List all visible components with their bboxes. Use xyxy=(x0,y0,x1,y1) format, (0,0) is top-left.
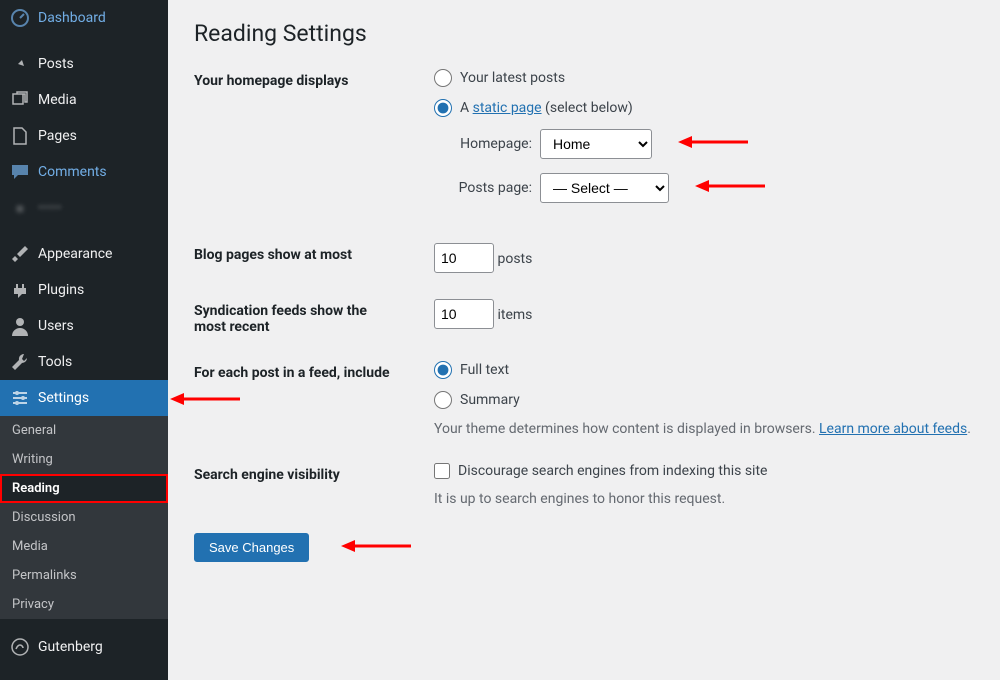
sidebar-label: Dashboard xyxy=(38,10,106,26)
radio-latest-posts[interactable] xyxy=(434,69,452,87)
sidebar-item-appearance[interactable]: Appearance xyxy=(0,236,168,272)
sidebar-label: Comments xyxy=(38,164,107,180)
sidebar-item-pages[interactable]: Pages xyxy=(0,118,168,154)
sidebar-label: Media xyxy=(38,92,77,108)
sub-item-general[interactable]: General xyxy=(0,416,168,445)
syndication-input[interactable] xyxy=(434,299,494,329)
sidebar-label: ••••• xyxy=(38,200,62,216)
sidebar-item-plugins[interactable]: Plugins xyxy=(0,272,168,308)
user-icon xyxy=(10,316,30,336)
plug-icon xyxy=(10,280,30,300)
brush-icon xyxy=(10,244,30,264)
row-homepage: Your homepage displays Your latest posts… xyxy=(194,69,974,217)
unit-posts: posts xyxy=(497,251,532,267)
comments-icon xyxy=(10,162,30,182)
radio-label-latest: Your latest posts xyxy=(460,70,565,86)
posts-page-select-label: Posts page: xyxy=(452,180,532,196)
posts-page-select[interactable]: — Select — xyxy=(540,173,669,203)
sub-item-media[interactable]: Media xyxy=(0,532,168,561)
label-homepage: Your homepage displays xyxy=(194,69,394,89)
row-blog-pages: Blog pages show at most posts xyxy=(194,243,974,273)
sidebar-label: Gutenberg xyxy=(38,639,103,655)
sidebar-item-settings[interactable]: Settings xyxy=(0,380,168,416)
settings-submenu: General Writing Reading Discussion Media… xyxy=(0,416,168,619)
sidebar-item-gutenberg[interactable]: Gutenberg xyxy=(0,629,168,665)
media-icon xyxy=(10,90,30,110)
annotation-arrow-settings xyxy=(170,390,240,412)
radio-summary[interactable] xyxy=(434,391,452,409)
radio-static-page[interactable] xyxy=(434,99,452,117)
sidebar-label: Tools xyxy=(38,354,72,370)
radio-label-static-pre: A xyxy=(460,100,473,116)
sidebar-item-posts[interactable]: Posts xyxy=(0,46,168,82)
radio-label-static-post: (select below) xyxy=(542,100,633,116)
label-search-visibility: Search engine visibility xyxy=(194,463,394,483)
sidebar-label: Plugins xyxy=(38,282,84,298)
generic-icon: ■ xyxy=(10,198,30,218)
wrench-icon xyxy=(10,352,30,372)
sub-item-privacy[interactable]: Privacy xyxy=(0,590,168,619)
gutenberg-icon xyxy=(10,637,30,657)
sidebar-label: Users xyxy=(38,318,74,334)
sidebar-label: Posts xyxy=(38,56,74,72)
checkbox-discourage[interactable] xyxy=(434,463,450,479)
feed-note-pre: Your theme determines how content is dis… xyxy=(434,421,819,437)
settings-content: Reading Settings Your homepage displays … xyxy=(168,0,1000,680)
unit-items: items xyxy=(497,307,532,323)
label-feed-include: For each post in a feed, include xyxy=(194,361,394,381)
sidebar-item-media[interactable]: Media xyxy=(0,82,168,118)
sidebar-item-comments[interactable]: Comments xyxy=(0,154,168,190)
sliders-icon xyxy=(10,388,30,408)
annotation-arrow-save xyxy=(341,537,411,559)
search-note: It is up to search engines to honor this… xyxy=(434,491,974,507)
sidebar-label: Pages xyxy=(38,128,77,144)
dashboard-icon xyxy=(10,8,30,28)
sub-item-reading[interactable]: Reading xyxy=(0,474,168,503)
sidebar-item-plugin[interactable]: ■ ••••• xyxy=(0,190,168,226)
sub-item-writing[interactable]: Writing xyxy=(0,445,168,474)
sub-item-discussion[interactable]: Discussion xyxy=(0,503,168,532)
save-changes-button[interactable]: Save Changes xyxy=(194,533,309,562)
sidebar-label: Appearance xyxy=(38,246,112,262)
sidebar-item-users[interactable]: Users xyxy=(0,308,168,344)
sidebar-item-dashboard[interactable]: Dashboard xyxy=(0,0,168,36)
sub-item-permalinks[interactable]: Permalinks xyxy=(0,561,168,590)
radio-label-full: Full text xyxy=(460,362,509,378)
radio-label-summary: Summary xyxy=(460,392,520,408)
blog-pages-input[interactable] xyxy=(434,243,494,273)
row-syndication: Syndication feeds show the most recent i… xyxy=(194,299,974,335)
homepage-select-label: Homepage: xyxy=(452,136,532,152)
page-title: Reading Settings xyxy=(194,20,974,47)
row-feed-include: For each post in a feed, include Full te… xyxy=(194,361,974,437)
label-syndication: Syndication feeds show the most recent xyxy=(194,299,394,335)
learn-more-feeds-link[interactable]: Learn more about feeds xyxy=(819,421,967,437)
sidebar-item-tools[interactable]: Tools xyxy=(0,344,168,380)
row-search-visibility: Search engine visibility Discourage sear… xyxy=(194,463,974,507)
label-blog-pages: Blog pages show at most xyxy=(194,243,394,263)
sidebar-label: Settings xyxy=(38,390,89,406)
annotation-arrow-homepage xyxy=(678,133,748,155)
homepage-select[interactable]: Home xyxy=(540,129,652,159)
static-page-link[interactable]: static page xyxy=(473,100,542,116)
radio-full-text[interactable] xyxy=(434,361,452,379)
pin-icon xyxy=(10,54,30,74)
annotation-arrow-postspage xyxy=(695,177,765,199)
admin-sidebar: Dashboard Posts Media Pages Comments ■ •… xyxy=(0,0,168,680)
checkbox-label-discourage: Discourage search engines from indexing … xyxy=(458,463,767,479)
pages-icon xyxy=(10,126,30,146)
